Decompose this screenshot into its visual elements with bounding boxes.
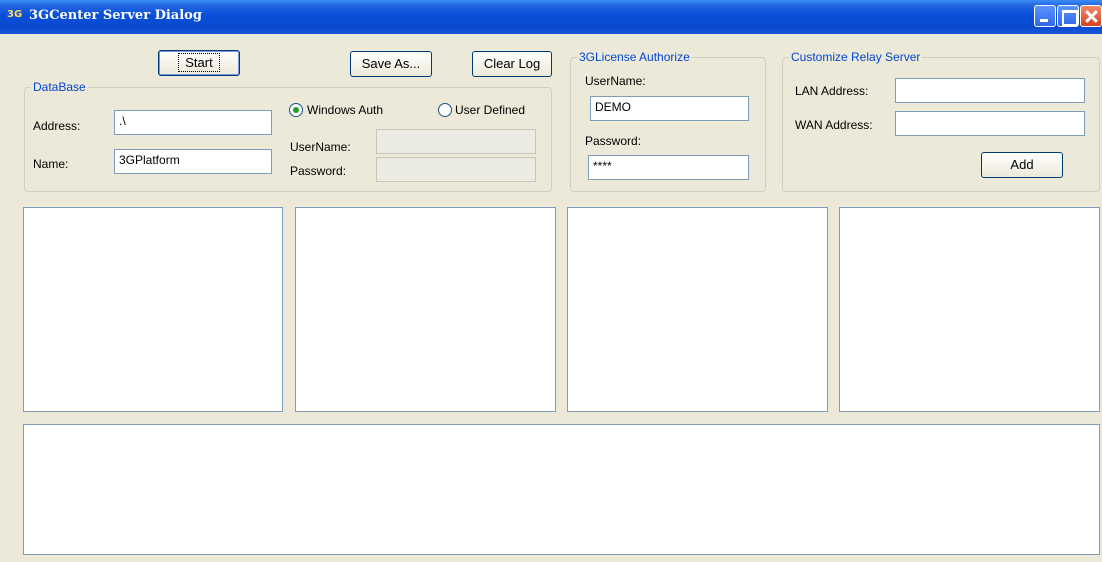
db-password-input[interactable] bbox=[376, 157, 536, 182]
title-bar[interactable]: 3G 3GCenter Server Dialog bbox=[0, 0, 1102, 34]
windows-auth-radio[interactable] bbox=[289, 103, 303, 117]
db-username-label: UserName: bbox=[290, 140, 351, 154]
user-defined-radio[interactable] bbox=[438, 103, 452, 117]
log-pane-1[interactable] bbox=[23, 207, 283, 412]
log-pane-2[interactable] bbox=[295, 207, 556, 412]
windows-auth-label[interactable]: Windows Auth bbox=[307, 103, 383, 117]
db-name-input[interactable]: 3GPlatform bbox=[114, 149, 272, 174]
db-name-label: Name: bbox=[33, 157, 69, 171]
database-legend: DataBase bbox=[33, 80, 86, 94]
license-username-input[interactable]: DEMO bbox=[590, 96, 749, 121]
db-address-input[interactable]: .\ bbox=[114, 110, 272, 135]
license-legend: 3GLicense Authorize bbox=[579, 50, 690, 64]
log-pane-4[interactable] bbox=[839, 207, 1100, 412]
license-password-label: Password: bbox=[585, 134, 642, 148]
close-button[interactable] bbox=[1080, 5, 1102, 27]
db-password-label: Password: bbox=[290, 164, 347, 178]
window-title: 3GCenter Server Dialog bbox=[29, 8, 202, 23]
wan-address-input[interactable] bbox=[895, 111, 1085, 136]
lan-address-label: LAN Address: bbox=[795, 84, 869, 98]
lan-address-input[interactable] bbox=[895, 78, 1085, 103]
db-address-label: Address: bbox=[33, 119, 81, 133]
main-log-pane[interactable] bbox=[23, 424, 1100, 555]
license-username-label: UserName: bbox=[585, 74, 646, 88]
log-pane-3[interactable] bbox=[567, 207, 828, 412]
clear-log-button[interactable]: Clear Log bbox=[472, 51, 552, 77]
app-3g-icon: 3G bbox=[7, 9, 23, 20]
wan-address-label: WAN Address: bbox=[795, 118, 873, 132]
maximize-button[interactable] bbox=[1057, 5, 1079, 27]
minimize-button[interactable] bbox=[1034, 5, 1056, 27]
save-as-button[interactable]: Save As... bbox=[350, 51, 432, 77]
add-relay-button[interactable]: Add bbox=[981, 152, 1063, 178]
user-defined-label[interactable]: User Defined bbox=[455, 103, 525, 117]
db-username-input[interactable] bbox=[376, 129, 536, 154]
license-password-input[interactable]: **** bbox=[588, 155, 749, 180]
start-button[interactable]: Start bbox=[158, 50, 240, 76]
relay-legend: Customize Relay Server bbox=[791, 50, 921, 64]
